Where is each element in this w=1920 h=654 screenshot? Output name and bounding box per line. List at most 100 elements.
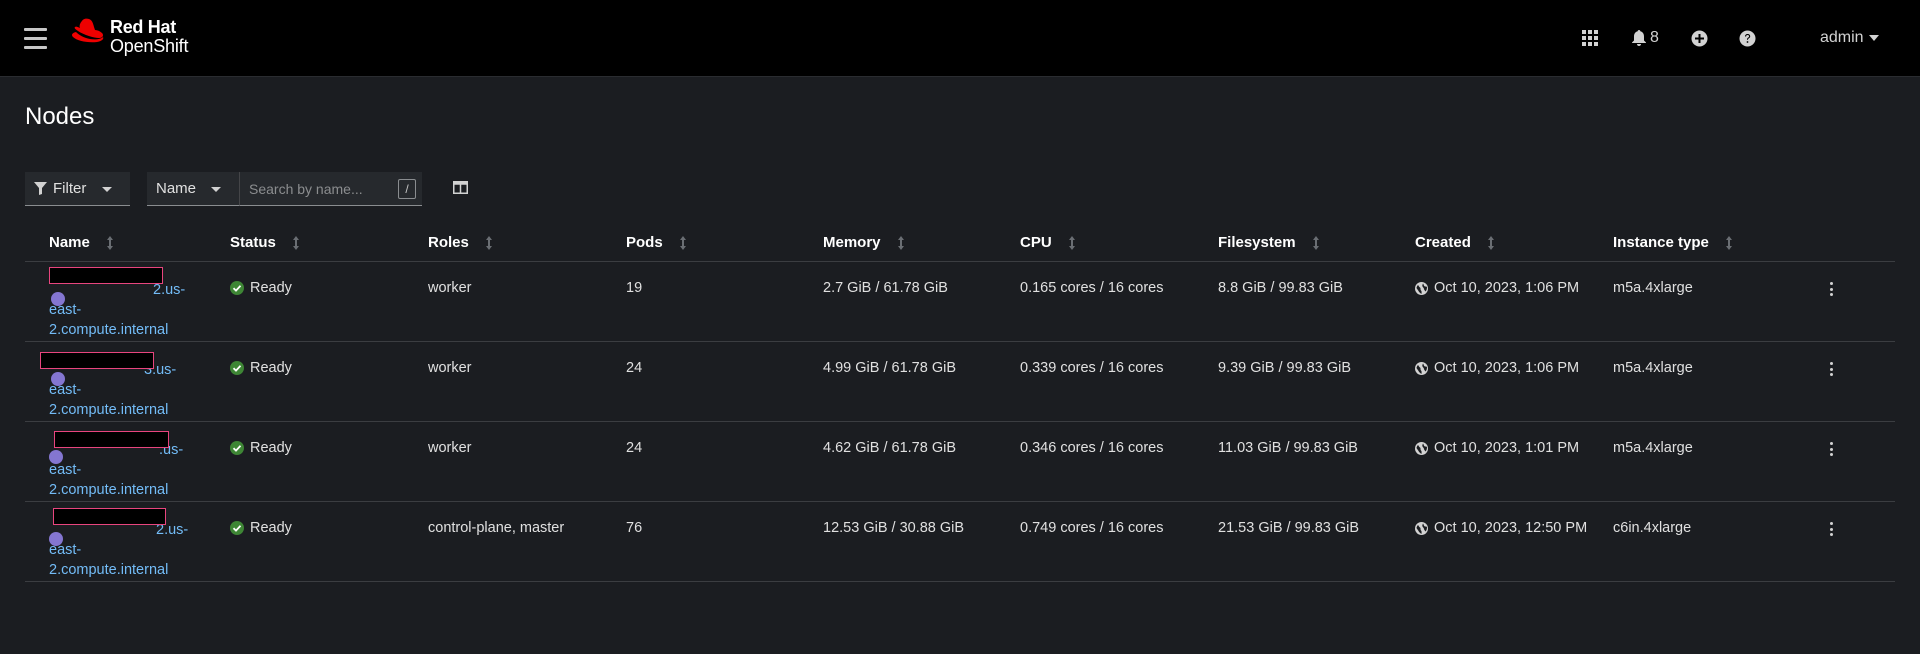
status-cell: Ready — [230, 360, 292, 376]
notifications-button[interactable]: 8 — [1632, 28, 1659, 48]
node-name-line3: 2.compute.internal — [49, 322, 169, 338]
status-cell: Ready — [230, 520, 292, 536]
table-body: 2.us- east- 2.compute.internal Ready wor… — [25, 262, 1895, 582]
created-cell: Oct 10, 2023, 1:01 PM — [1415, 440, 1579, 456]
column-header-created[interactable]: Created — [1415, 234, 1495, 251]
page-title: Nodes — [25, 103, 95, 130]
check-circle-icon — [230, 521, 244, 535]
search-input[interactable] — [240, 172, 390, 205]
check-circle-icon — [230, 281, 244, 295]
created-timestamp: Oct 10, 2023, 1:01 PM — [1434, 440, 1580, 456]
table-row: 2.us- east- 2.compute.internal Ready wor… — [25, 262, 1895, 342]
notifications-count: 8 — [1650, 29, 1659, 46]
filter-funnel-icon — [34, 182, 47, 195]
column-header-label: Filesystem — [1218, 234, 1296, 251]
sort-arrows-icon — [1312, 235, 1319, 250]
brand-line2: OpenShift — [110, 36, 189, 56]
row-actions-kebab-icon[interactable] — [1825, 442, 1837, 460]
bell-icon — [1632, 30, 1646, 46]
status-text: Ready — [250, 520, 292, 536]
sort-arrows-icon — [897, 235, 904, 250]
node-name-line2: east- — [49, 542, 82, 558]
column-header-pods[interactable]: Pods — [626, 234, 687, 251]
column-header-cpu[interactable]: CPU — [1020, 234, 1076, 251]
cpu-cell: 0.346 cores / 16 cores — [1020, 440, 1164, 456]
instance-type-cell: m5a.4xlarge — [1613, 360, 1693, 376]
column-header-roles[interactable]: Roles — [428, 234, 493, 251]
column-header-label: Name — [49, 234, 90, 251]
pods-cell: 24 — [626, 360, 643, 376]
node-name-link[interactable]: 3.us- east- 2.compute.internal — [49, 360, 176, 420]
filter-dropdown-button[interactable]: Filter — [25, 172, 130, 206]
created-timestamp: Oct 10, 2023, 12:50 PM — [1434, 520, 1588, 536]
globe-icon — [1415, 361, 1428, 375]
column-header-filesystem[interactable]: Filesystem — [1218, 234, 1320, 251]
column-header-label: Created — [1415, 234, 1471, 251]
caret-down-icon — [102, 187, 112, 192]
filter-attribute-select[interactable]: Name — [147, 172, 239, 206]
table-row: 3.us- east- 2.compute.internal Ready wor… — [25, 342, 1895, 422]
memory-cell: 4.62 GiB / 61.78 GiB — [823, 440, 956, 456]
row-actions-kebab-icon[interactable] — [1825, 282, 1837, 300]
table-row: .us- east- 2.compute.internal Ready work… — [25, 422, 1895, 502]
created-cell: Oct 10, 2023, 1:06 PM — [1415, 280, 1579, 296]
status-text: Ready — [250, 360, 292, 376]
column-header-label: Roles — [428, 234, 469, 251]
instance-type-cell: m5a.4xlarge — [1613, 280, 1693, 296]
status-text: Ready — [250, 280, 292, 296]
redaction-box — [53, 508, 166, 525]
column-header-name[interactable]: Name — [49, 234, 114, 251]
caret-down-icon — [211, 187, 221, 192]
node-name-line3: 2.compute.internal — [49, 562, 169, 578]
check-circle-icon — [230, 361, 244, 375]
brand-line1: Red Hat — [110, 17, 176, 37]
column-header-label: Pods — [626, 234, 663, 251]
created-timestamp: Oct 10, 2023, 1:06 PM — [1434, 360, 1580, 376]
column-header-memory[interactable]: Memory — [823, 234, 905, 251]
roles-cell: worker — [428, 360, 472, 376]
sort-arrows-icon — [106, 235, 113, 250]
user-menu-toggle[interactable]: admin — [1820, 28, 1879, 48]
memory-cell: 2.7 GiB / 61.78 GiB — [823, 280, 948, 296]
row-actions-kebab-icon[interactable] — [1825, 522, 1837, 540]
filesystem-cell: 11.03 GiB / 99.83 GiB — [1218, 440, 1358, 456]
cpu-cell: 0.339 cores / 16 cores — [1020, 360, 1164, 376]
column-header-status[interactable]: Status — [230, 234, 300, 251]
status-text: Ready — [250, 440, 292, 456]
node-name-link[interactable]: 2.us- east- 2.compute.internal — [49, 280, 185, 340]
created-cell: Oct 10, 2023, 1:06 PM — [1415, 360, 1579, 376]
brand-logo[interactable]: Red Hat OpenShift — [70, 18, 188, 60]
roles-cell: worker — [428, 440, 472, 456]
node-name-line3: 2.compute.internal — [49, 482, 169, 498]
filesystem-cell: 9.39 GiB / 99.83 GiB — [1218, 360, 1351, 376]
globe-icon — [1415, 441, 1428, 455]
pods-cell: 24 — [626, 440, 643, 456]
node-name-link[interactable]: 2.us- east- 2.compute.internal — [49, 520, 188, 580]
redaction-box — [54, 431, 169, 448]
filesystem-cell: 21.53 GiB / 99.83 GiB — [1218, 520, 1360, 536]
roles-cell: worker — [428, 280, 472, 296]
search-box: / — [239, 172, 422, 206]
sort-arrows-icon — [292, 235, 299, 250]
app-launcher-grid-icon[interactable] — [1582, 28, 1598, 48]
manage-columns-icon[interactable] — [453, 181, 468, 199]
row-actions-kebab-icon[interactable] — [1825, 362, 1837, 380]
memory-cell: 12.53 GiB / 30.88 GiB — [823, 520, 965, 536]
column-header-label: Instance type — [1613, 234, 1709, 251]
table-row: 2.us- east- 2.compute.internal Ready con… — [25, 502, 1895, 582]
red-hat-logo-icon — [72, 18, 104, 43]
sort-arrows-icon — [1487, 235, 1494, 250]
cpu-cell: 0.749 cores / 16 cores — [1020, 520, 1164, 536]
sort-arrows-icon — [1725, 235, 1732, 250]
created-timestamp: Oct 10, 2023, 1:06 PM — [1434, 280, 1580, 296]
quick-create-plus-circle-icon[interactable] — [1691, 28, 1708, 48]
column-header-instance-type[interactable]: Instance type — [1613, 234, 1733, 251]
node-name-link[interactable]: .us- east- 2.compute.internal — [49, 440, 183, 500]
column-header-label: CPU — [1020, 234, 1052, 251]
masthead: Red Hat OpenShift 8 admin — [0, 0, 1920, 77]
caret-down-icon — [1868, 35, 1879, 41]
sort-arrows-icon — [1068, 235, 1075, 250]
nodes-table: Name Status Roles Pods Memory CPU Filesystem Cr… — [25, 228, 1895, 582]
nav-toggle-hamburger-icon[interactable] — [24, 28, 47, 49]
help-question-circle-icon[interactable] — [1739, 28, 1756, 48]
